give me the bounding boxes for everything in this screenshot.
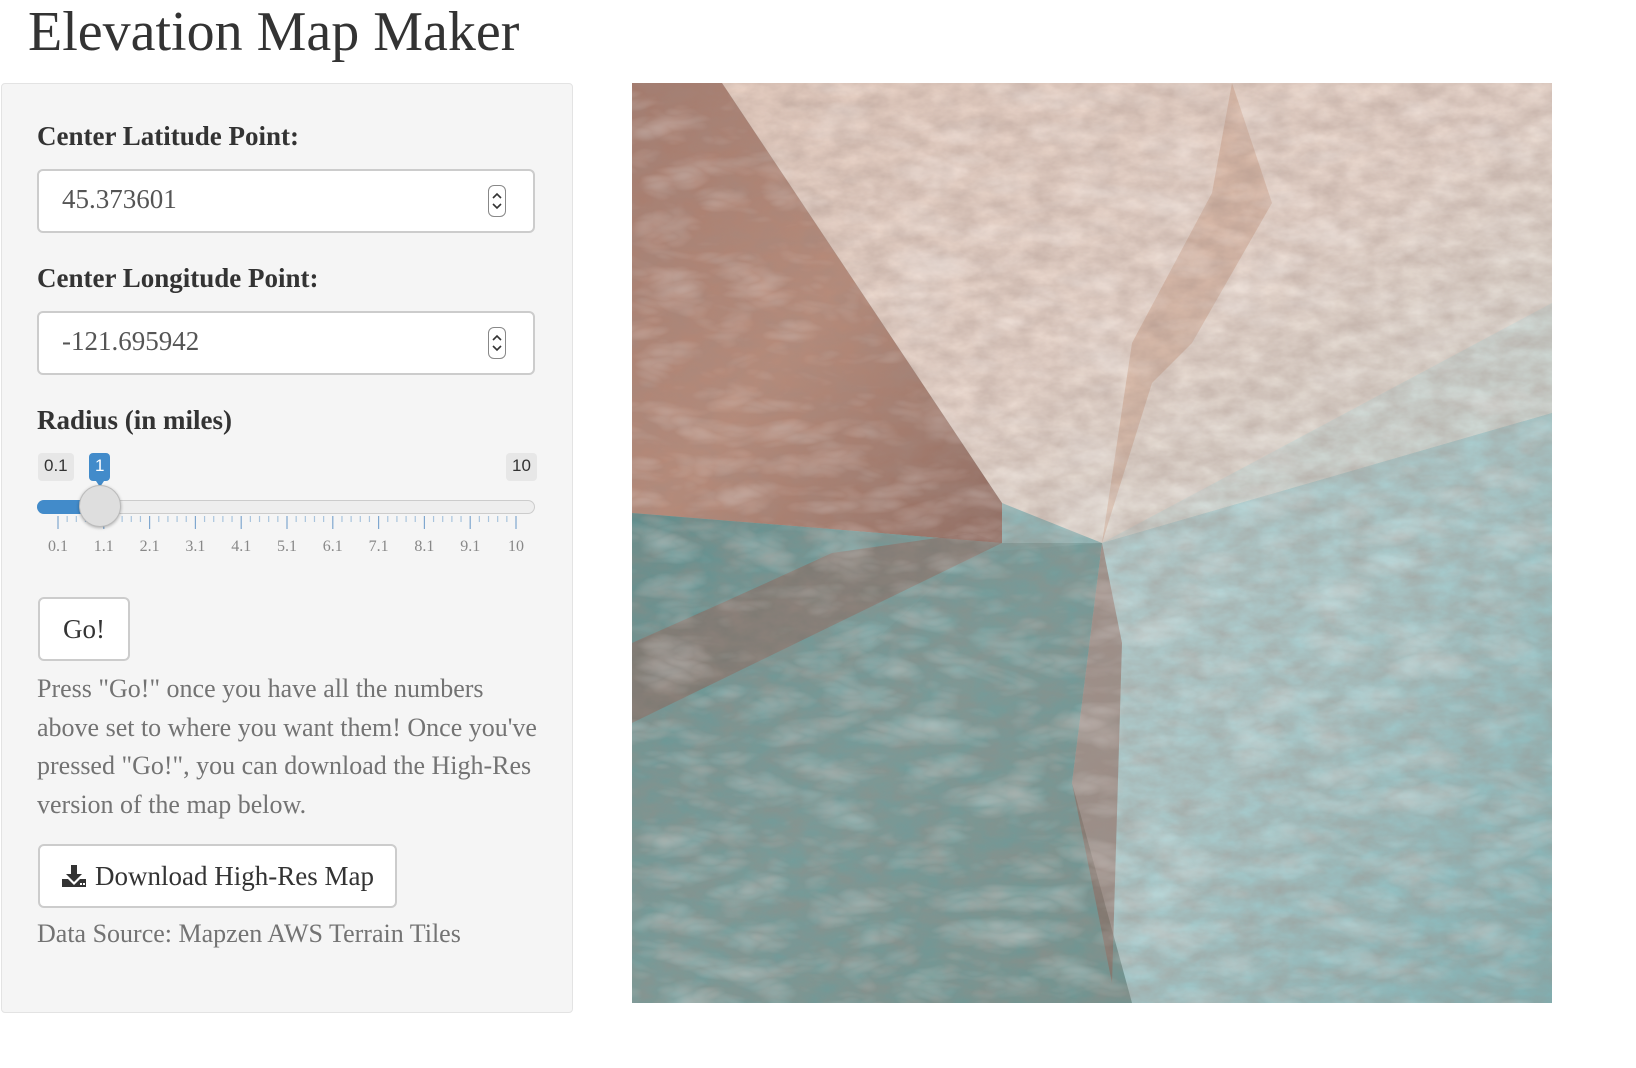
slider-grid (57, 516, 517, 529)
slider-grid-label: 4.1 (231, 538, 252, 555)
slider-handle[interactable] (78, 485, 121, 527)
help-text: Press "Go!" once you have all the number… (37, 674, 537, 819)
slider-grid-label: 3.1 (185, 538, 206, 555)
slider-grid-label: 9.1 (460, 538, 481, 555)
slider-grid-label: 1.1 (93, 538, 114, 555)
slider-grid-label: 6.1 (322, 538, 343, 555)
download-icon (62, 865, 87, 887)
slider-grid-label: 5.1 (277, 538, 297, 555)
download-map-button[interactable]: Download High-Res Map (38, 844, 397, 908)
slider-grid-label: 10 (508, 538, 524, 555)
slider-grid-label: 0.1 (48, 538, 68, 555)
go-button[interactable]: Go! (38, 597, 130, 661)
slider-grid-label: 8.1 (414, 538, 435, 555)
data-source-note: Data Source: Mapzen AWS Terrain Tiles (37, 919, 461, 948)
download-button-label: Download High-Res Map (95, 860, 374, 891)
slider-grid-label: 7.1 (368, 538, 389, 555)
elevation-map-image (632, 83, 1552, 1003)
slider-grid-label: 2.1 (139, 538, 160, 555)
